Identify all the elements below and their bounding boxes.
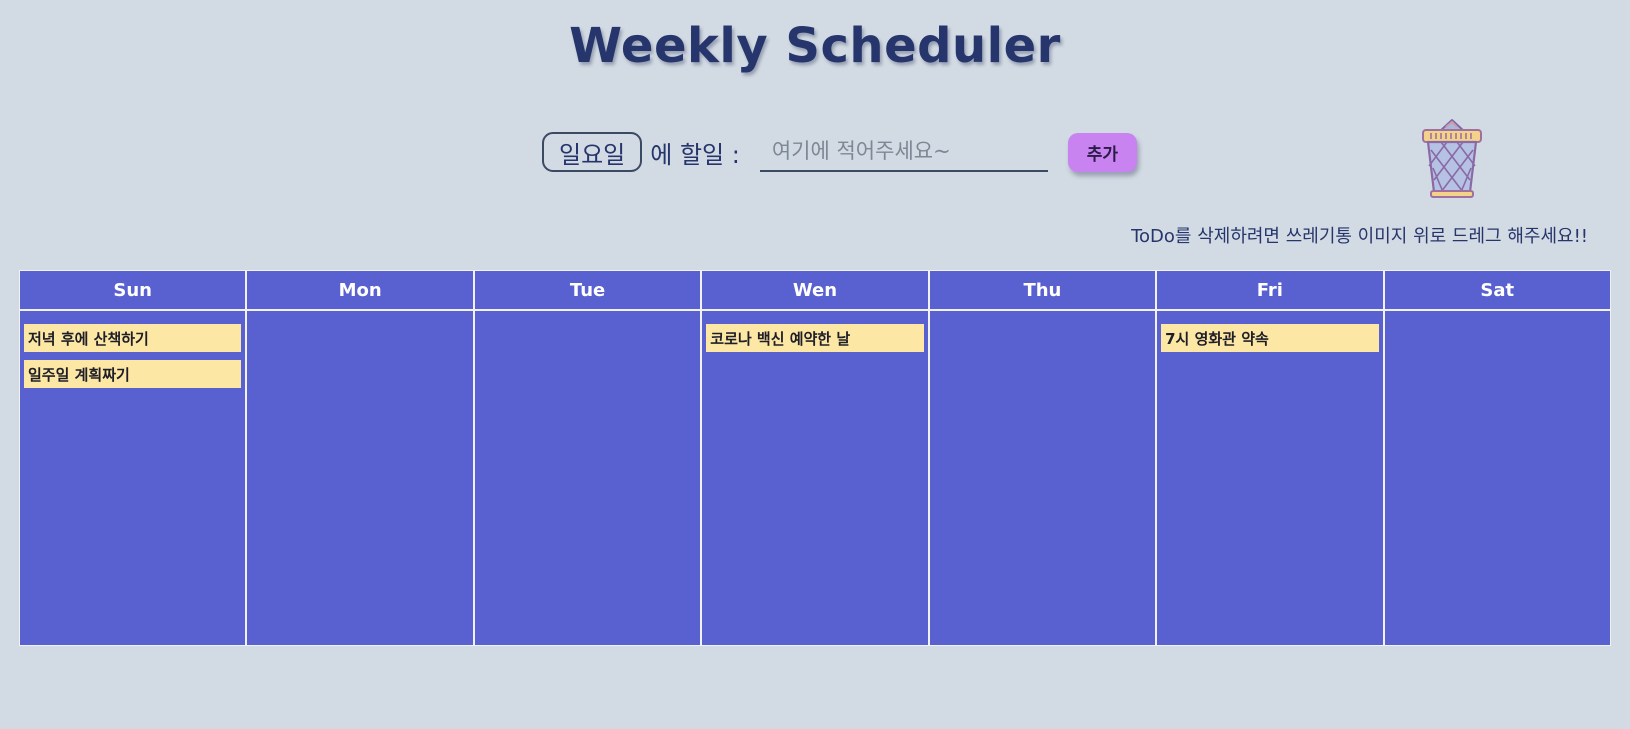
- day-dropzone[interactable]: [1384, 311, 1610, 645]
- day-header: Thu: [929, 271, 1156, 309]
- day-column-sat: Sat: [1384, 271, 1610, 645]
- day-dropzone[interactable]: 코로나 백신 예약한 날: [702, 311, 928, 645]
- todo-item[interactable]: 코로나 백신 예약한 날: [706, 324, 924, 352]
- todo-form: 일요일 에 할일 : 추가: [542, 128, 1137, 176]
- day-dropzone[interactable]: [929, 311, 1156, 645]
- day-column-tue: Tue: [474, 271, 701, 645]
- todo-item[interactable]: 일주일 계획짜기: [24, 360, 242, 388]
- day-header: Fri: [1157, 271, 1383, 309]
- day-header: Sat: [1384, 271, 1610, 309]
- todo-input[interactable]: [759, 132, 1048, 172]
- day-column-sun: Sun 저녁 후에 산책하기 일주일 계획짜기: [20, 271, 246, 645]
- day-column-thu: Thu: [929, 271, 1156, 645]
- day-dropzone[interactable]: 저녁 후에 산책하기일주일 계획짜기: [20, 311, 246, 645]
- todo-label: 에 할일 :: [650, 140, 740, 169]
- page-title: Weekly Scheduler: [569, 18, 1061, 74]
- day-column-mon: Mon: [247, 271, 473, 645]
- add-button[interactable]: 추가: [1067, 132, 1137, 172]
- trash-bin-icon[interactable]: [1419, 118, 1485, 200]
- day-select[interactable]: 일요일: [542, 132, 643, 172]
- day-dropzone[interactable]: [474, 311, 701, 645]
- day-column-wen: Wen 코로나 백신 예약한 날: [702, 271, 928, 645]
- todo-item[interactable]: 저녁 후에 산책하기: [24, 324, 242, 352]
- day-dropzone[interactable]: 7시 영화관 약속: [1157, 311, 1383, 645]
- week-board: Sun 저녁 후에 산책하기 일주일 계획짜기 Mon Tue Wen 코로나 백신 예약한…: [19, 270, 1611, 646]
- delete-hint: ToDo를 삭제하려면 쓰레기통 이미지 위로 드레그 해주세요!!: [1131, 226, 1588, 247]
- day-header: Wen: [702, 271, 928, 309]
- day-header: Tue: [474, 271, 701, 309]
- todo-item[interactable]: 7시 영화관 약속: [1161, 324, 1379, 352]
- day-dropzone[interactable]: [247, 311, 473, 645]
- day-column-fri: Fri 7시 영화관 약속: [1157, 271, 1383, 645]
- day-header: Mon: [247, 271, 473, 309]
- day-header: Sun: [20, 271, 246, 309]
